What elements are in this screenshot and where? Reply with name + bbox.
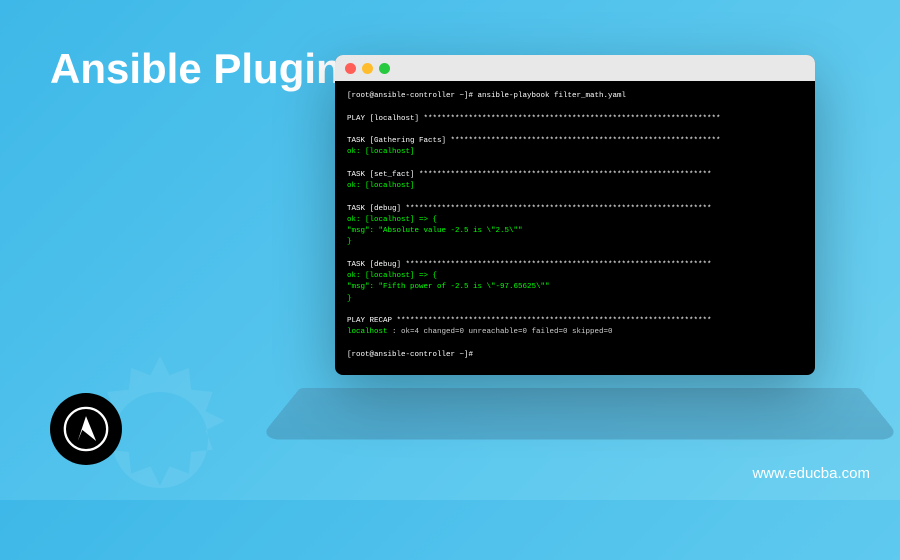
terminal-line: } <box>347 237 803 248</box>
terminal-line: TASK [set_fact] ************************… <box>347 170 803 181</box>
laptop-base-decoration <box>258 388 900 440</box>
terminal-line: ok: [localhost] <box>347 181 803 192</box>
minimize-icon <box>362 63 373 74</box>
terminal-line: "msg": "Fifth power of -2.5 is \"-97.656… <box>347 282 803 293</box>
terminal-line: "msg": "Absolute value -2.5 is \"2.5\"" <box>347 226 803 237</box>
terminal-line: TASK [debug] ***************************… <box>347 204 803 215</box>
window-titlebar <box>335 55 815 81</box>
terminal-line: ok: [localhost] => { <box>347 271 803 282</box>
terminal-line: ok: [localhost] <box>347 147 803 158</box>
terminal-line: PLAY RECAP *****************************… <box>347 316 803 327</box>
terminal-window: [root@ansible-controller ~]# ansible-pla… <box>335 55 815 375</box>
terminal-output: [root@ansible-controller ~]# ansible-pla… <box>335 81 815 375</box>
terminal-line: [root@ansible-controller ~]# ansible-pla… <box>347 91 803 102</box>
terminal-line: } <box>347 294 803 305</box>
terminal-line: ok: [localhost] => { <box>347 215 803 226</box>
terminal-line: PLAY [localhost] ***********************… <box>347 114 803 125</box>
terminal-line: [root@ansible-controller ~]# <box>347 350 803 361</box>
terminal-line: TASK [debug] ***************************… <box>347 260 803 271</box>
page-title: Ansible Plugins <box>50 45 365 93</box>
terminal-line: localhost : ok=4 changed=0 unreachable=0… <box>347 327 803 338</box>
website-url: www.educba.com <box>752 465 870 482</box>
ansible-logo <box>50 393 122 465</box>
terminal-line: TASK [Gathering Facts] *****************… <box>347 136 803 147</box>
maximize-icon <box>379 63 390 74</box>
close-icon <box>345 63 356 74</box>
